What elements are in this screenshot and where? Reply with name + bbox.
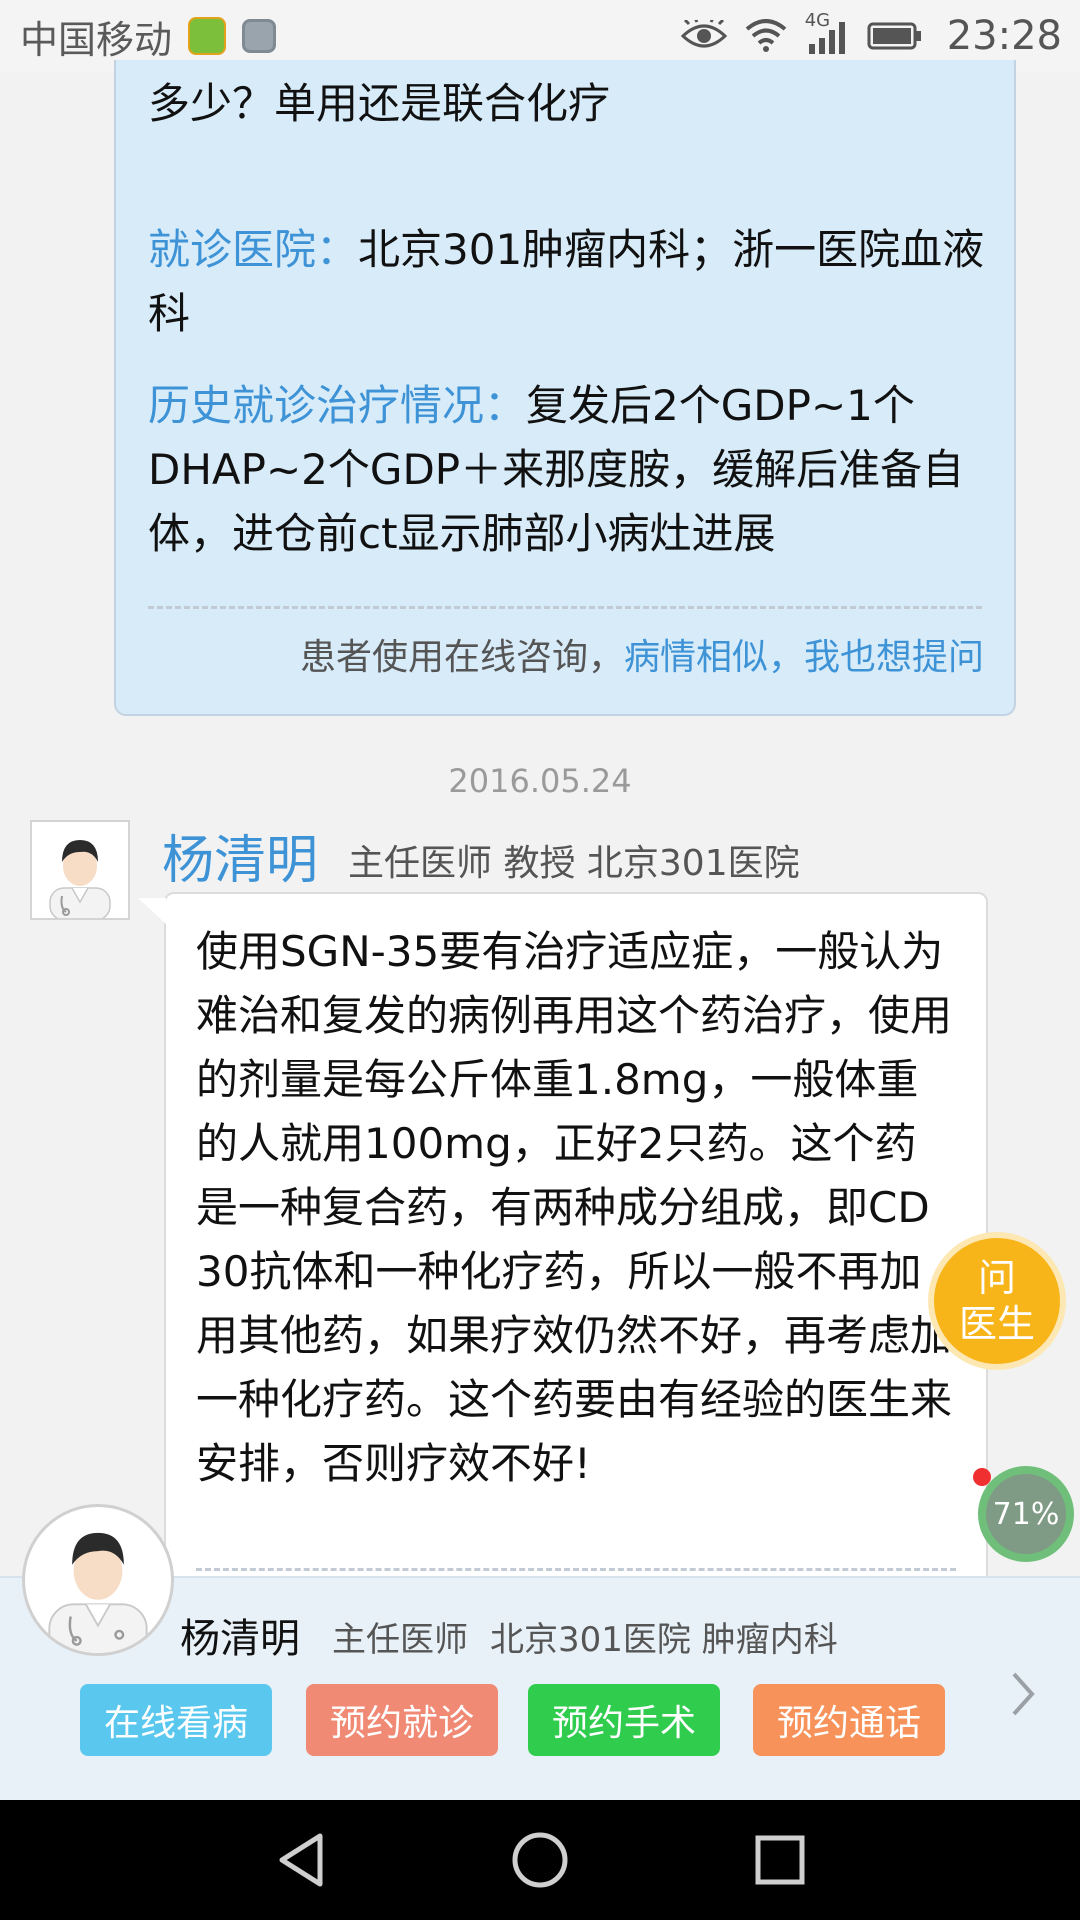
carrier-label: 中国移动 xyxy=(20,17,173,62)
app-icon xyxy=(188,17,227,55)
doctor-avatar[interactable] xyxy=(30,820,130,920)
memory-boost-widget[interactable]: 71% xyxy=(978,1466,1074,1562)
ask-label-line1: 问 xyxy=(977,1256,1016,1300)
doctor-name[interactable]: 杨清明 xyxy=(162,818,318,893)
question-card: 多少？单用还是联合化疗 就诊医院：北京301肿瘤内科；浙一医院血液科 历史就诊治… xyxy=(114,60,1016,716)
notification-dot xyxy=(973,1468,991,1486)
home-icon[interactable] xyxy=(510,1830,570,1890)
wifi-icon xyxy=(745,19,787,52)
chevron-right-icon[interactable] xyxy=(1004,1666,1044,1722)
book-call-button[interactable]: 预约通话 xyxy=(753,1684,945,1756)
ask-label-line2: 医生 xyxy=(958,1302,1035,1346)
signal-icon: 4G xyxy=(805,10,849,56)
divider xyxy=(148,606,982,609)
ask-doctor-button[interactable]: 问 医生 xyxy=(928,1232,1066,1370)
doctor-credentials: 主任医师 教授 北京301医院 xyxy=(348,843,800,884)
question-text-tail: 多少？单用还是联合化疗 xyxy=(148,79,611,128)
system-nav-bar xyxy=(0,1800,1080,1920)
doctor-bar-title: 主任医师 xyxy=(332,1620,468,1660)
percent-label: 71% xyxy=(992,1496,1060,1532)
back-icon[interactable] xyxy=(272,1830,332,1890)
online-consult-button[interactable]: 在线看病 xyxy=(80,1684,272,1756)
reply-text: 使用SGN-35要有治疗适应症，一般认为难治和复发的病例再用这个药治疗，使用的剂… xyxy=(196,927,953,1488)
message-date: 2016.05.24 xyxy=(448,762,632,800)
question-footer: 患者使用在线咨询，病情相似，我也想提问 xyxy=(300,628,984,680)
divider xyxy=(196,1568,956,1571)
reply-bubble: 使用SGN-35要有治疗适应症，一般认为难治和复发的病例再用这个药治疗，使用的剂… xyxy=(138,892,988,1592)
hospital-row: 就诊医院：北京301肿瘤内科；浙一医院血液科 xyxy=(148,218,988,346)
similar-question-link[interactable]: 病情相似，我也想提问 xyxy=(624,637,984,678)
doctor-bar-meta: 主任医师 北京301医院 肿瘤内科 xyxy=(332,1612,838,1661)
battery-icon xyxy=(867,22,921,50)
eye-icon xyxy=(680,20,727,48)
doctor-avatar-icon xyxy=(48,1532,148,1653)
gallery-icon xyxy=(242,19,277,53)
doctor-profile-avatar[interactable] xyxy=(22,1504,174,1656)
doctor-avatar-icon xyxy=(49,840,111,918)
clock: 23:28 xyxy=(946,13,1062,59)
recents-icon[interactable] xyxy=(750,1830,810,1890)
book-surgery-button[interactable]: 预约手术 xyxy=(528,1684,720,1756)
history-label: 历史就诊治疗情况： xyxy=(148,381,527,430)
doctor-bar-hospital: 北京301医院 肿瘤内科 xyxy=(490,1620,838,1660)
hospital-label: 就诊医院： xyxy=(148,225,359,274)
footer-text: 患者使用在线咨询， xyxy=(299,637,624,678)
book-visit-button[interactable]: 预约就诊 xyxy=(306,1684,498,1756)
history-row: 历史就诊治疗情况：复发后2个GDP~1个DHAP~2个GDP＋来那度胺，缓解后准… xyxy=(148,374,988,566)
doctor-bar-name[interactable]: 杨清明 xyxy=(180,1606,300,1664)
